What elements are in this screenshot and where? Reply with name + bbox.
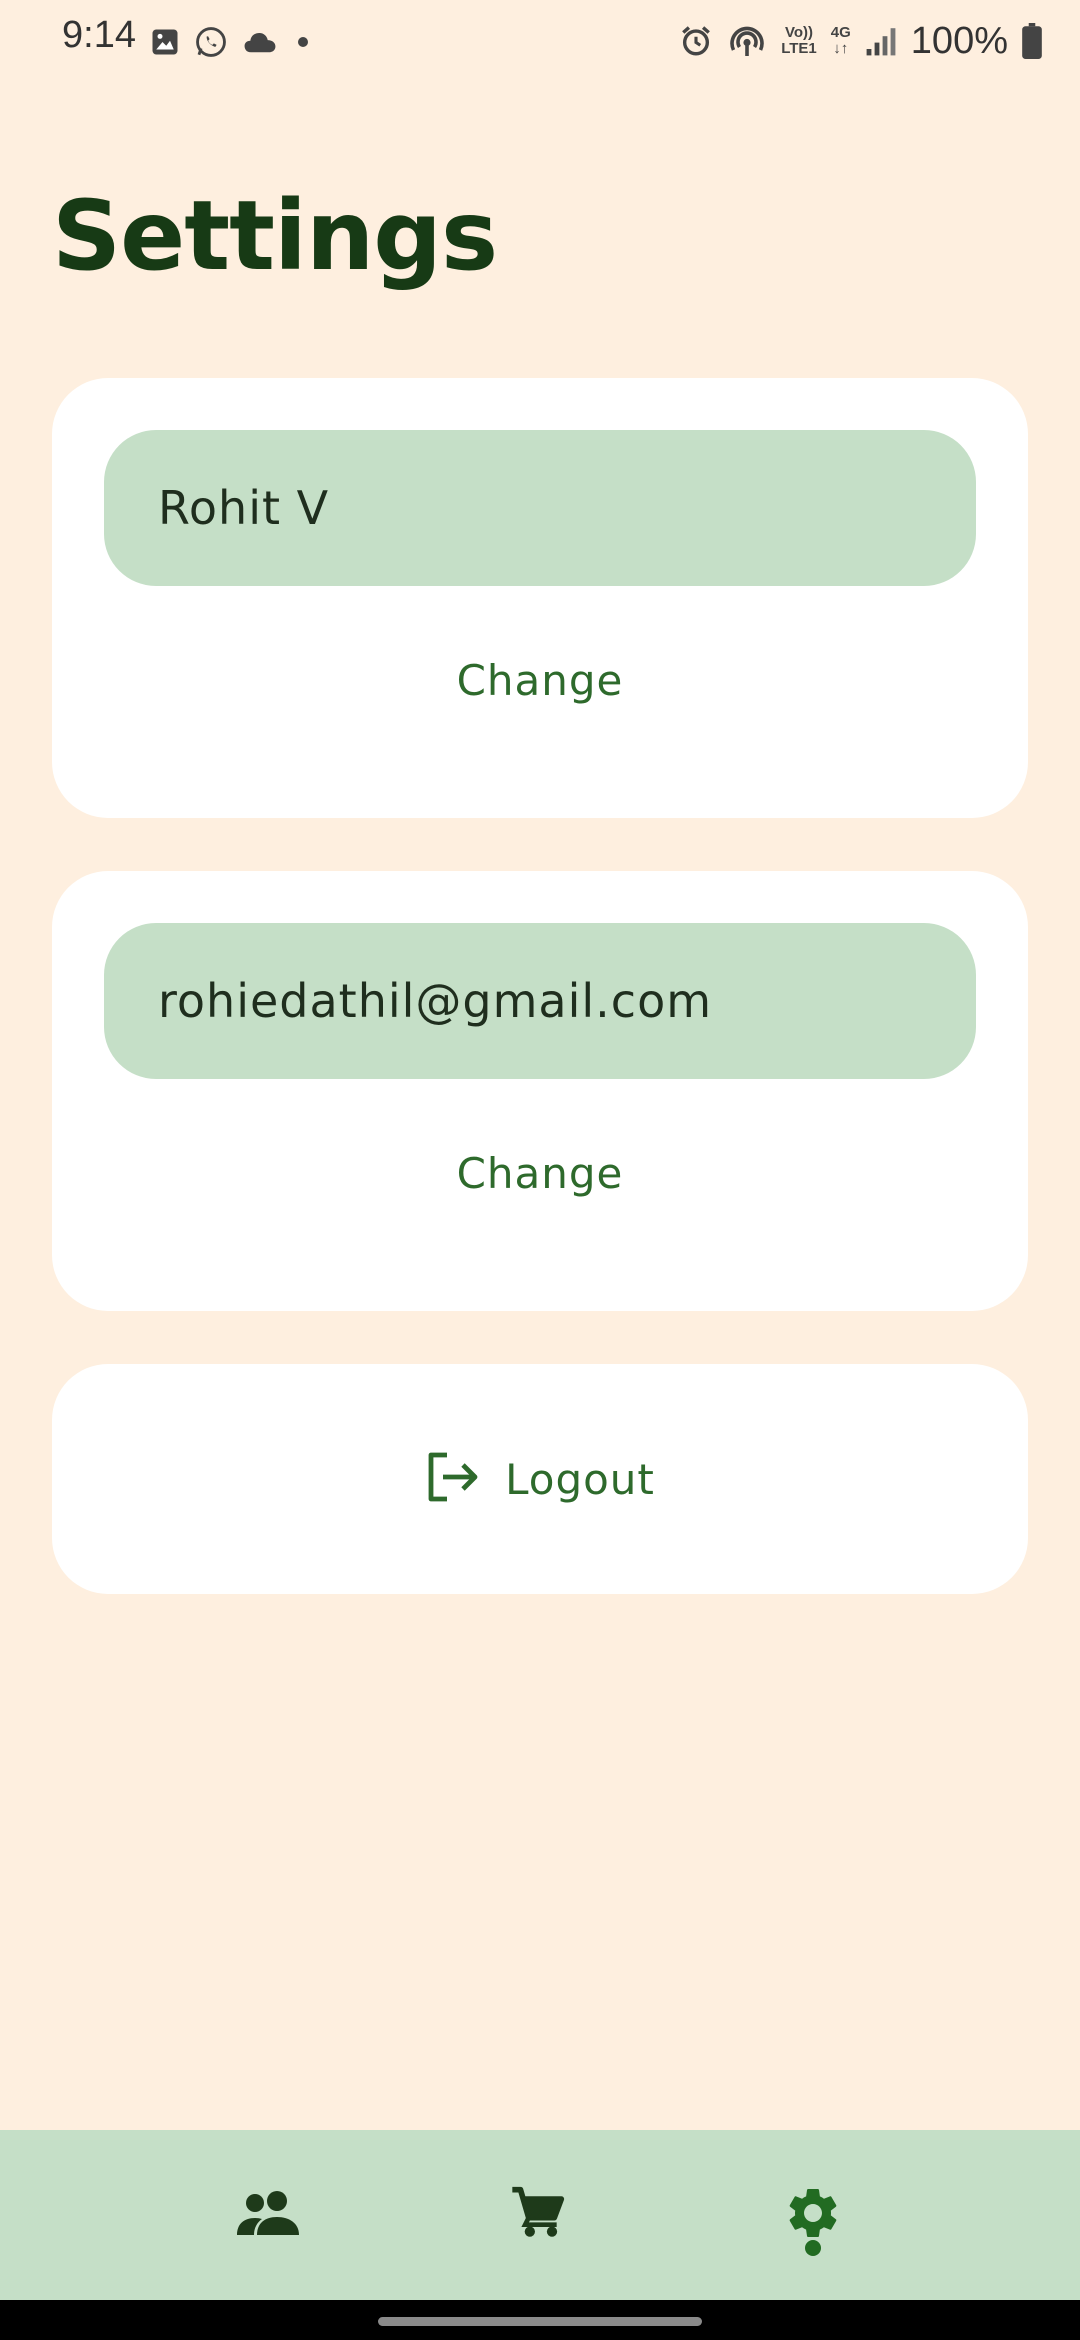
nav-item-cart[interactable] [458,2130,618,2300]
email-card: rohiedathil@gmail.com Change [52,871,1028,1311]
nav-item-settings[interactable] [733,2130,893,2300]
dot-icon [292,31,314,53]
status-bar: 9:14 Vo)) LTE1 4G ↓↑ 100% [0,0,1080,80]
home-handle[interactable] [378,2317,702,2326]
volte-line1: Vo)) [784,24,814,41]
nav-item-people[interactable] [188,2130,348,2300]
hotspot-icon [727,23,767,59]
name-value: Rohit V [158,481,330,535]
logout-card: Logout [52,1364,1028,1594]
battery-icon [1022,23,1042,59]
gear-icon [783,2183,843,2247]
email-field[interactable]: rohiedathil@gmail.com [104,923,976,1079]
bottom-navigation [0,2130,1080,2300]
cart-icon [510,2185,566,2245]
network-type: 4G [830,24,851,41]
whatsapp-icon [194,25,228,59]
status-time: 9:14 [62,14,136,56]
signal-icon [865,25,897,57]
change-name-button[interactable]: Change [52,640,1028,720]
status-system-icons: Vo)) LTE1 4G ↓↑ 100% [679,14,1042,68]
gesture-bar [0,2300,1080,2340]
logout-label: Logout [505,1454,655,1504]
name-field[interactable]: Rohit V [104,430,976,586]
email-value: rohiedathil@gmail.com [158,974,713,1028]
network-arrows: ↓↑ [833,40,849,57]
volte-line2: LTE1 [781,40,817,57]
status-notification-icons [150,22,314,62]
cloud-icon [242,29,278,55]
logout-button[interactable]: Logout [52,1364,1028,1594]
page-title: Settings [52,180,498,292]
4g-icon: 4G ↓↑ [831,25,851,57]
image-icon [150,27,180,57]
active-indicator-dot [805,2240,821,2256]
volte-icon: Vo)) LTE1 [781,25,817,57]
people-icon [235,2189,301,2241]
logout-icon [425,1451,481,1507]
change-email-button[interactable]: Change [52,1133,1028,1213]
battery-percentage: 100% [910,19,1008,62]
alarm-icon [679,24,713,58]
name-card: Rohit V Change [52,378,1028,818]
